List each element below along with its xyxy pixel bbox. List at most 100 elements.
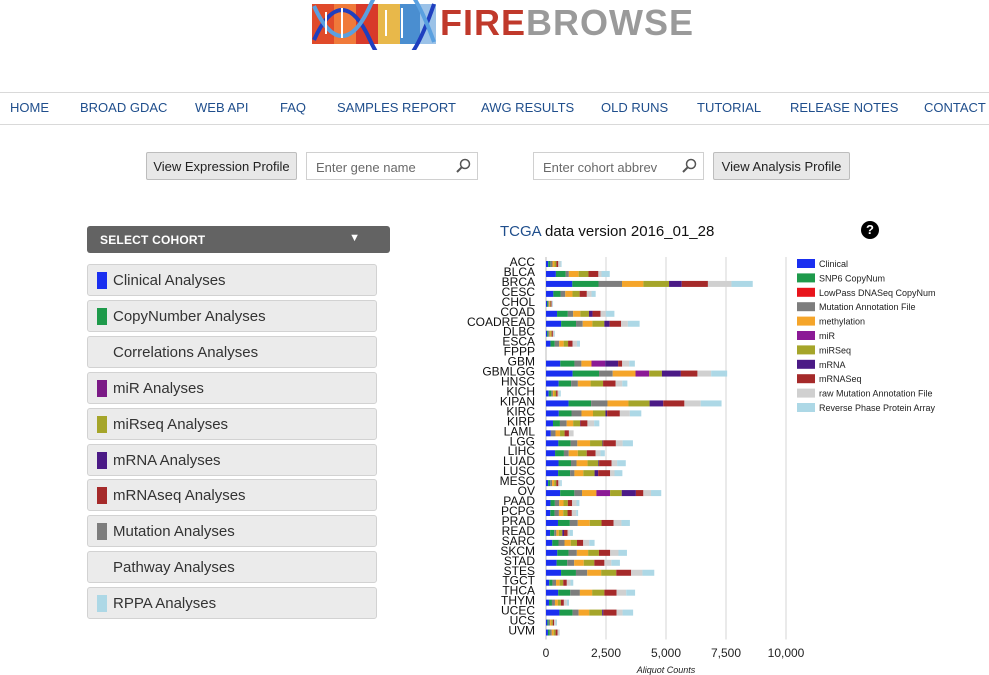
x-axis-label: Aliquot Counts	[636, 665, 696, 675]
bar-segment	[595, 450, 601, 457]
bar-segment	[563, 599, 567, 606]
bar-segment	[554, 261, 557, 267]
nav-old-runs[interactable]: OLD RUNS	[601, 100, 668, 115]
bar-segment	[570, 440, 578, 447]
bar-segment	[556, 480, 559, 487]
analysis-item-mrna-analyses[interactable]: mRNA Analyses	[87, 443, 377, 476]
bar-segment	[548, 330, 550, 337]
bar-segment	[594, 559, 605, 566]
bar-segment	[598, 460, 600, 467]
nav-tutorial[interactable]: TUTORIAL	[697, 100, 761, 115]
legend-swatch	[797, 374, 815, 384]
search-icon[interactable]	[455, 158, 471, 179]
analysis-item-mirseq-analyses[interactable]: miRseq Analyses	[87, 407, 377, 440]
bar-segment	[681, 280, 708, 287]
legend-swatch	[797, 287, 815, 297]
bar-segment	[546, 440, 559, 447]
bar-segment	[601, 270, 610, 277]
bar-segment	[576, 549, 589, 556]
nav-home[interactable]: HOME	[10, 100, 49, 115]
bar-segment	[568, 450, 578, 457]
bar-segment	[578, 270, 589, 277]
bar-segment	[711, 370, 728, 377]
bar-segment	[560, 360, 575, 367]
bar-segment	[570, 589, 580, 596]
bar-segment	[554, 599, 558, 606]
bar-segment	[616, 589, 627, 596]
bar-segment	[643, 280, 670, 287]
analysis-item-label: Mutation Analyses	[113, 523, 235, 541]
bar-segment	[574, 490, 583, 497]
view-expression-profile-button[interactable]: View Expression Profile	[146, 152, 297, 180]
bar-segment	[587, 460, 599, 467]
analysis-item-rppa-analyses[interactable]: RPPA Analyses	[87, 587, 377, 620]
bar-segment	[566, 599, 570, 606]
analysis-item-label: miRseq Analyses	[113, 415, 229, 433]
bar-segment	[612, 370, 636, 377]
bar-segment	[615, 380, 623, 387]
bar-segment	[604, 559, 612, 566]
bar-segment	[592, 310, 601, 317]
nav-release-notes[interactable]: RELEASE NOTES	[790, 100, 898, 115]
analysis-item-mrnaseq-analyses[interactable]: mRNAseq Analyses	[87, 479, 377, 512]
bar-segment	[546, 410, 559, 417]
help-icon[interactable]: ?	[861, 221, 879, 239]
bar-segment	[574, 559, 584, 566]
cohort-abbrev-input[interactable]	[541, 154, 675, 180]
gene-name-input[interactable]	[314, 154, 448, 180]
bar-segment	[548, 261, 551, 267]
view-analysis-profile-button[interactable]: View Analysis Profile	[713, 152, 850, 180]
bar-segment	[649, 400, 664, 407]
bar-segment	[587, 569, 602, 576]
analysis-item-copynumber-analyses[interactable]: CopyNumber Analyses	[87, 299, 377, 332]
bar-segment	[574, 360, 582, 367]
search-icon[interactable]	[681, 158, 697, 179]
bar-segment	[564, 430, 569, 437]
bar-segment	[546, 609, 560, 616]
analysis-item-correlations-analyses[interactable]: Correlations Analyses	[87, 335, 377, 368]
bar-segment	[570, 470, 575, 477]
data-version-text: data version 2016_01_28	[545, 223, 715, 240]
bar-segment	[707, 280, 732, 287]
bar-segment	[618, 549, 627, 556]
bar-segment	[571, 380, 578, 387]
firebrowse-logo[interactable]: FIREBROWSE	[312, 0, 693, 69]
select-cohort-dropdown[interactable]: SELECT COHORT ▼	[87, 226, 390, 253]
bar-segment	[546, 270, 556, 277]
bar-segment	[598, 470, 611, 477]
nav-web-api[interactable]: WEB API	[195, 100, 248, 115]
color-swatch	[97, 487, 107, 505]
tcga-link[interactable]: TCGA	[500, 223, 541, 240]
analysis-item-clinical-analyses[interactable]: Clinical Analyses	[87, 264, 377, 296]
bar-segment	[610, 470, 615, 477]
bar-segment	[635, 370, 650, 377]
bar-segment	[546, 310, 558, 317]
bar-segment	[697, 370, 712, 377]
color-swatch	[97, 595, 107, 613]
analysis-item-mir-analyses[interactable]: miR Analyses	[87, 371, 377, 404]
bar-segment	[546, 261, 549, 267]
x-tick-label: 7,500	[711, 646, 741, 660]
bar-segment	[610, 549, 619, 556]
bar-segment	[550, 430, 556, 437]
bar-segment	[561, 569, 576, 576]
nav-awg-results[interactable]: AWG RESULTS	[481, 100, 574, 115]
analysis-item-pathway-analyses[interactable]: Pathway Analyses	[87, 551, 377, 584]
bar-segment	[589, 609, 603, 616]
analysis-item-mutation-analyses[interactable]: Mutation Analyses	[87, 515, 377, 548]
nav-broad-gdac[interactable]: BROAD GDAC	[80, 100, 167, 115]
nav-contact[interactable]: CONTACT	[924, 100, 986, 115]
bar-segment	[591, 400, 608, 407]
bar-segment	[559, 390, 561, 397]
bar-segment	[546, 420, 553, 427]
legend-swatch	[797, 302, 815, 312]
bar-segment	[555, 270, 566, 277]
bar-segment	[567, 510, 572, 516]
bar-segment	[553, 629, 556, 636]
bar-segment	[563, 450, 569, 457]
nav-faq[interactable]: FAQ	[280, 100, 306, 115]
nav-samples-report[interactable]: SAMPLES REPORT	[337, 100, 456, 115]
bar-segment	[547, 300, 549, 307]
bar-segment	[568, 270, 579, 277]
bar-segment	[589, 539, 595, 546]
